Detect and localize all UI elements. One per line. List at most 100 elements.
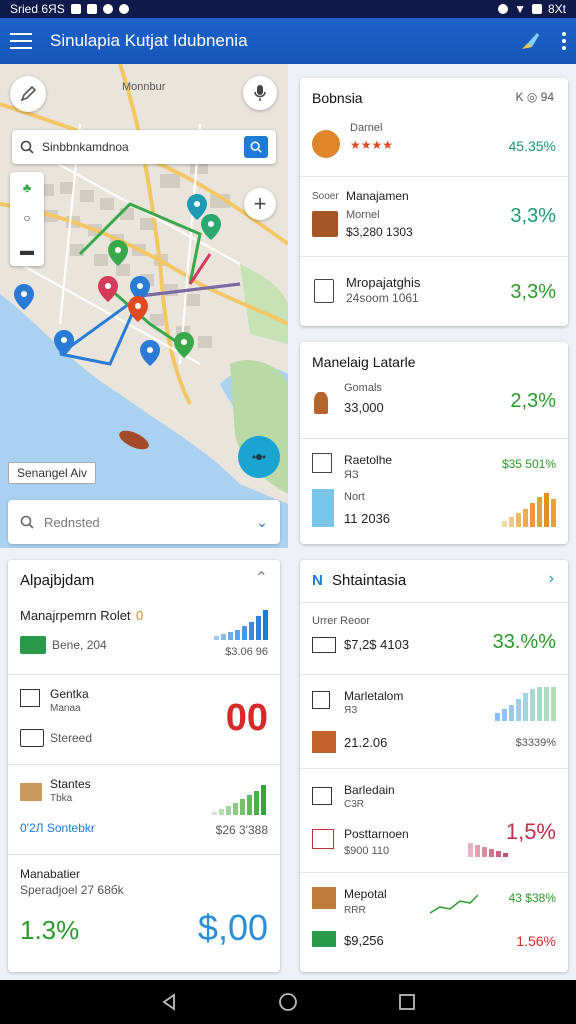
- row-percent: 1.56%: [516, 933, 556, 949]
- home-button[interactable]: [278, 992, 298, 1012]
- row-sub2: Posttarnoen: [344, 827, 409, 841]
- minus-icon[interactable]: ▬: [20, 242, 34, 258]
- recents-button[interactable]: [398, 993, 416, 1011]
- row-sub: Speradjoel 27 68бk: [20, 883, 124, 897]
- row-value: $,00: [197, 907, 268, 948]
- row-value: 33,000: [344, 400, 384, 415]
- battery-icon: [531, 4, 542, 14]
- row-label: Stantes: [50, 777, 91, 791]
- card-header-controls[interactable]: K ◎ 94: [516, 90, 555, 104]
- money-icon: [312, 931, 336, 947]
- row-value: $3.06 96: [225, 646, 268, 658]
- search-icon: [20, 515, 34, 529]
- microphone-button[interactable]: [243, 76, 277, 110]
- more-options-icon[interactable]: [562, 32, 566, 50]
- layer-controls: ♣ ○ ▬: [10, 172, 44, 266]
- row-sub2: Stereed: [50, 731, 93, 745]
- zoom-in-button[interactable]: +: [244, 188, 276, 220]
- mini-bar-chart: [214, 608, 268, 640]
- list-item[interactable]: Manabatier Speradjoel 27 68бk 1.3% $,00: [8, 854, 280, 972]
- row-sub: RRR: [344, 905, 366, 916]
- row-label: Mepotal: [344, 887, 387, 901]
- app-title: Sinulapia Kutjat Idubnenia: [50, 31, 248, 50]
- map-search-bar[interactable]: Sinbbnkamdnoa: [12, 130, 276, 164]
- tray-icon: [20, 729, 44, 747]
- basketball-icon: [312, 130, 340, 158]
- row-sub2: $3339%: [515, 737, 556, 749]
- menu-icon[interactable]: [10, 33, 32, 49]
- bosnia-card: Bobnsia K ◎ 94 Darnel ★★★★ 45.35% Sooer …: [300, 78, 568, 326]
- row-note: 43 $38%: [508, 891, 556, 905]
- row-label: Gomals: [344, 382, 382, 394]
- row-value: 11 2036: [344, 511, 391, 526]
- row-label: Urrer Reoor: [312, 615, 371, 627]
- list-item[interactable]: Raetolhe ЯЗ Nort 11 2036 $35 501%: [300, 438, 568, 544]
- latarle-card: Manelaig Latarle Gomals 33,000 2,3% Raet…: [300, 342, 568, 544]
- card-title: Bobnsia: [312, 90, 363, 106]
- list-item[interactable]: Sooer Manajamen Mornel $3,280 1303 3,3%: [300, 176, 568, 256]
- map-tools-button[interactable]: [10, 76, 46, 112]
- pencil-icon: [20, 85, 37, 102]
- row-percent: 3,3%: [510, 281, 556, 303]
- row-sub: Tbka: [50, 793, 73, 804]
- building-icon: [312, 211, 338, 237]
- map-search-input[interactable]: Sinbbnkamdnoa: [42, 140, 244, 154]
- signal-icon: [498, 4, 509, 14]
- row-badge: 0: [136, 608, 144, 623]
- row-sub: ЯЗ: [344, 705, 358, 716]
- status-left-text: Sried 6ЯS: [10, 2, 65, 16]
- chart-icon: [312, 489, 334, 527]
- card-title: Manelaig Latarle: [312, 354, 416, 370]
- card-title: Alpajbjdam: [20, 572, 95, 589]
- back-button[interactable]: [160, 993, 178, 1011]
- mini-bar-chart: [212, 783, 266, 815]
- row-prefix: Sooer: [312, 191, 339, 202]
- notification-icon: [118, 4, 129, 14]
- box-icon: [20, 783, 42, 801]
- chevron-up-icon[interactable]: ⌃: [255, 568, 268, 588]
- tree-icon[interactable]: ♣: [23, 180, 32, 195]
- row-percent: 33.%%: [492, 631, 556, 653]
- list-item[interactable]: Mepotal RRR $9,256 43 $38% 1.56%: [300, 872, 568, 972]
- list-item[interactable]: Mropajatghis 24soom 1061 3,3%: [300, 256, 568, 326]
- shtaintasia-card: N Shtaintasia › Urrer Reoor $7,2$ 4103 3…: [300, 560, 568, 972]
- list-item[interactable]: Marletalom ЯЗ 21.2.06 $3339%: [300, 674, 568, 768]
- map-search-button[interactable]: [244, 136, 268, 158]
- notification-icon: [70, 4, 81, 14]
- list-item[interactable]: Manajrpemrn Rolet 0 Bene, 204 $3.06 96: [8, 598, 280, 674]
- list-item[interactable]: Urrer Reoor $7,2$ 4103 33.%%: [300, 602, 568, 674]
- row-percent: 3,3%: [510, 205, 556, 227]
- row-label: Gentka: [50, 687, 89, 701]
- list-item[interactable]: Stantes Tbka 0'2Л Sontebkr $26 3'388: [8, 764, 280, 854]
- map-view[interactable]: Monnbur Sinbbnkamdnoa ♣ ○ ▬ + Senangel A…: [0, 64, 288, 548]
- row-sub: Manaa: [50, 703, 81, 714]
- crosshair-icon: [252, 454, 266, 460]
- row-label: Mropajatghis: [346, 275, 421, 290]
- notification-icon: [102, 4, 113, 14]
- chevron-right-icon[interactable]: ›: [549, 570, 554, 588]
- brick-icon: [312, 731, 336, 753]
- crate-icon: [20, 689, 40, 707]
- circle-icon[interactable]: ○: [23, 211, 30, 225]
- house-icon: [312, 691, 330, 709]
- list-item[interactable]: Darnel ★★★★ 45.35%: [300, 118, 568, 176]
- plus-icon: +: [253, 191, 267, 216]
- mini-bar-chart: [495, 687, 556, 721]
- locate-button[interactable]: [238, 436, 280, 478]
- notification-icon: [86, 4, 97, 14]
- row-percent: 2,3%: [510, 390, 556, 412]
- building-icon: [312, 887, 336, 909]
- map-filter-dropdown[interactable]: Rednsted ⌄: [8, 500, 280, 544]
- money-icon: [20, 636, 46, 654]
- mini-bar-chart: [502, 491, 556, 527]
- row-sub: Mornel: [346, 209, 380, 221]
- status-bar: Sried 6ЯS ▼ 8Xt: [0, 0, 576, 18]
- shop-icon: [312, 787, 332, 805]
- list-item[interactable]: Gomals 33,000 2,3%: [300, 376, 568, 438]
- brush-icon[interactable]: [518, 29, 542, 53]
- search-icon: [20, 140, 34, 154]
- row-sub: ЯЗ: [344, 469, 359, 481]
- register-icon: [312, 829, 334, 849]
- list-item[interactable]: Barledain C3R Posttarnoen $900 110 1,5%: [300, 768, 568, 872]
- list-item[interactable]: Gentka Manaa Stereed 00: [8, 674, 280, 764]
